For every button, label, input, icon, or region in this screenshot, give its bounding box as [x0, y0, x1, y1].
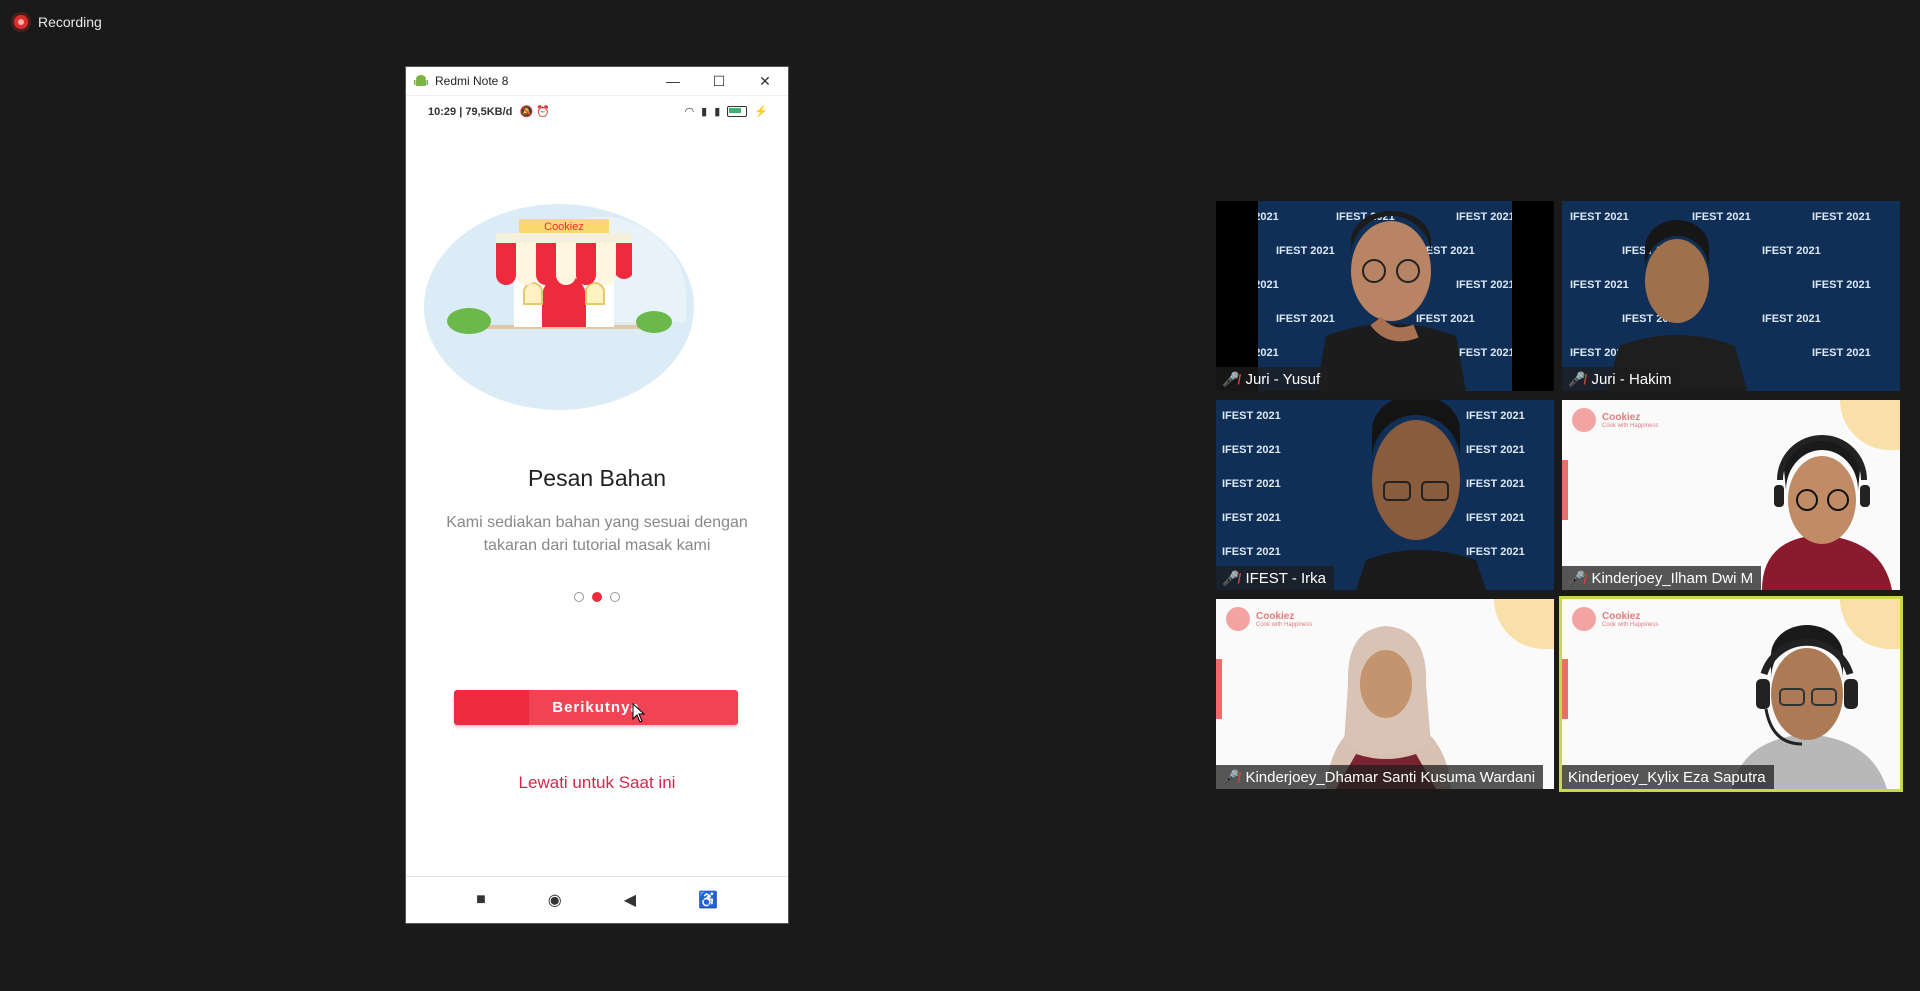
- maximize-button[interactable]: ☐: [696, 67, 742, 95]
- store-illustration: Cookiez: [424, 204, 694, 410]
- participant-label: 🎤̸ IFEST - Irka: [1216, 566, 1335, 590]
- phone-status-bar: 10:29 | 79,5KB/d 🔕 ⏰ ◠ ▮ ▮ ⚡: [406, 96, 788, 126]
- mic-muted-icon: 🎤̸: [1568, 370, 1586, 387]
- android-nav-bar: ■ ◉ ◀ ♿: [406, 876, 788, 923]
- phone-mirror-window[interactable]: Redmi Note 8 — ☐ ✕ 10:29 | 79,5KB/d 🔕 ⏰ …: [406, 67, 788, 923]
- mic-muted-icon: 🎤̸: [1222, 569, 1240, 586]
- next-button[interactable]: Berikutnya: [454, 690, 738, 725]
- signal-2-icon: ▮: [714, 105, 721, 118]
- window-titlebar[interactable]: Redmi Note 8 — ☐ ✕: [406, 67, 788, 96]
- mic-muted-icon: 🎤̸: [1222, 370, 1240, 387]
- participant-label: 🎤̸ Juri - Hakim: [1562, 367, 1680, 391]
- cookiez-backdrop: Cookiez Cook with Happiness: [1226, 607, 1312, 631]
- participant-tile[interactable]: IFEST 2021IFEST 2021IFEST 2021 IFEST 202…: [1562, 201, 1900, 391]
- participant-label: 🎤̸ Juri - Yusuf: [1216, 367, 1329, 391]
- cookiez-logo-icon: [1572, 408, 1596, 432]
- participant-video: [1316, 211, 1466, 391]
- cookiez-backdrop: Cookiez Cook with Happiness: [1572, 408, 1658, 432]
- close-button[interactable]: ✕: [742, 67, 788, 95]
- store-sign-text: Cookiez: [544, 221, 584, 233]
- android-icon: [414, 75, 428, 86]
- stop-square-icon[interactable]: ■: [476, 891, 486, 909]
- home-circle-icon[interactable]: ◉: [548, 890, 562, 910]
- participant-label: 🎤̸ Kinderjoey_Dhamar Santi Kusuma Wardan…: [1216, 765, 1544, 789]
- participant-tile[interactable]: Cookiez Cook with Happiness 🎤̸ Kinderjoe…: [1562, 400, 1900, 590]
- page-indicator: [406, 592, 788, 602]
- mic-muted-icon: 🎤̸: [1222, 768, 1240, 785]
- wifi-icon: ◠: [684, 105, 695, 118]
- window-title: Redmi Note 8: [435, 74, 509, 88]
- skip-link[interactable]: Lewati untuk Saat ini: [406, 773, 788, 793]
- recording-indicator: Recording: [14, 14, 102, 30]
- back-triangle-icon[interactable]: ◀: [624, 890, 636, 910]
- cookiez-logo-icon: [1226, 607, 1250, 631]
- mouse-cursor-icon: [632, 703, 646, 723]
- participant-label: Kinderjoey_Kylix Eza Saputra: [1562, 765, 1774, 789]
- battery-icon: [727, 105, 748, 117]
- participant-name: Juri - Yusuf: [1245, 370, 1321, 388]
- participant-video: [1762, 435, 1892, 590]
- participant-tile[interactable]: IFEST 2021IFEST 2021IFEST 2021 IFEST 202…: [1216, 201, 1554, 391]
- participant-video: [1732, 625, 1887, 789]
- page-dot: [610, 592, 620, 602]
- signal-icon: ▮: [701, 105, 708, 118]
- participant-video: [1607, 220, 1747, 391]
- silent-icon: 🔕: [519, 105, 534, 118]
- recording-icon: [14, 15, 28, 29]
- participant-name: Kinderjoey_Ilham Dwi M: [1591, 569, 1754, 587]
- participant-tile-speaking[interactable]: Cookiez Cook with Happiness Kinderjoey_K…: [1559, 596, 1903, 792]
- recording-label: Recording: [38, 14, 102, 30]
- cookiez-backdrop: Cookiez Cook with Happiness: [1572, 607, 1658, 631]
- cookiez-logo-icon: [1572, 607, 1596, 631]
- participant-name: Juri - Hakim: [1591, 370, 1672, 388]
- page-dot-active: [592, 592, 602, 602]
- charging-icon: ⚡: [754, 105, 768, 118]
- page-dot: [574, 592, 584, 602]
- participant-name: IFEST - Irka: [1245, 569, 1327, 587]
- participant-video: [1356, 400, 1486, 590]
- participant-video: [1326, 626, 1451, 789]
- participant-name: Kinderjoey_Dhamar Santi Kusuma Wardani: [1245, 768, 1536, 786]
- participant-tile[interactable]: IFEST 2021 IFEST 2021 IFEST 2021 IFEST 202…: [1216, 400, 1554, 590]
- alarm-icon: ⏰: [536, 105, 550, 118]
- onboarding-title: Pesan Bahan: [527, 465, 667, 491]
- status-time: 10:29 | 79,5KB/d: [428, 105, 513, 118]
- participant-label: 🎤̸ Kinderjoey_Ilham Dwi M: [1562, 566, 1762, 590]
- participant-name: Kinderjoey_Kylix Eza Saputra: [1568, 768, 1766, 786]
- accessibility-icon[interactable]: ♿: [698, 890, 718, 910]
- participant-tile[interactable]: Cookiez Cook with Happiness 🎤̸ Kinderjoe…: [1216, 599, 1554, 789]
- minimize-button[interactable]: —: [650, 67, 696, 95]
- next-button-label: Berikutnya: [552, 699, 640, 716]
- mic-muted-icon: 🎤̸: [1568, 569, 1586, 586]
- onboarding-description: Kami sediakan bahan yang sesuai dengan t…: [446, 514, 748, 554]
